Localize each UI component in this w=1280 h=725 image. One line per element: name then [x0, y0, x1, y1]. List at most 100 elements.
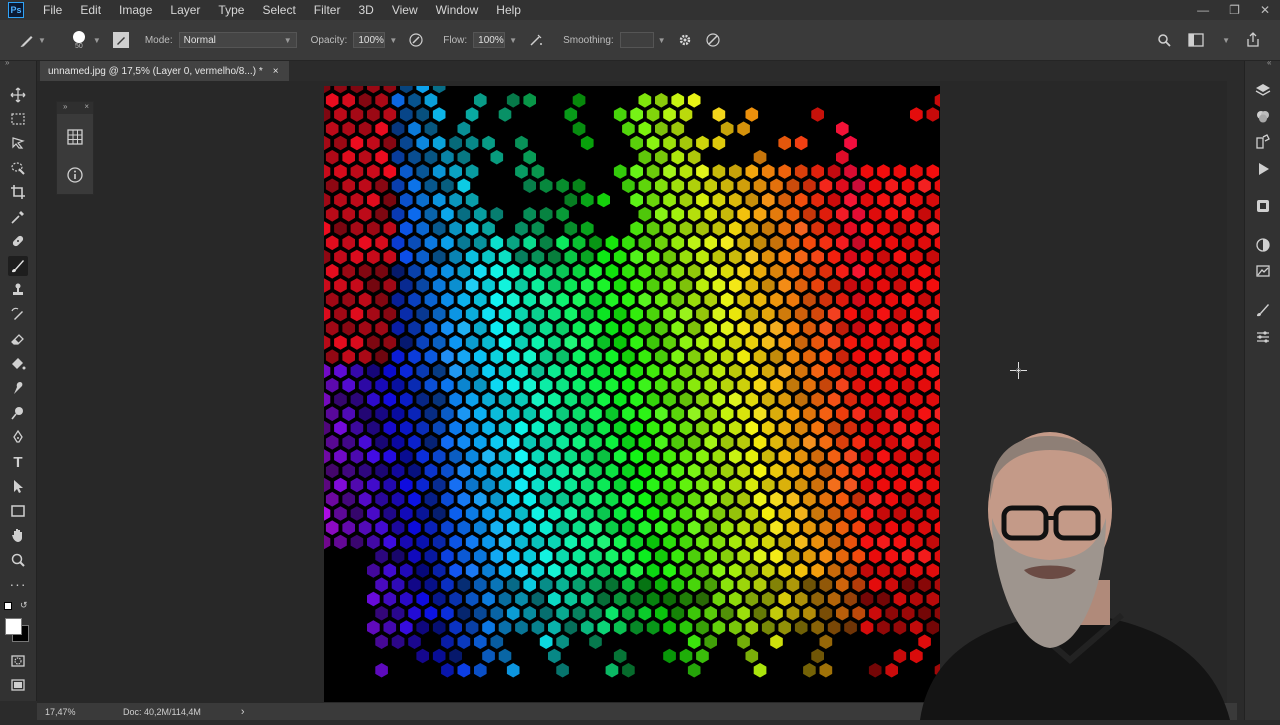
status-arrow-icon[interactable]: ›	[241, 706, 245, 718]
move-icon[interactable]	[8, 85, 28, 105]
search-icon[interactable]	[1155, 31, 1173, 49]
hexagon-cell	[860, 534, 874, 550]
crop-icon[interactable]	[8, 182, 28, 202]
share-icon[interactable]	[1244, 31, 1262, 49]
paths-icon[interactable]	[1254, 133, 1272, 151]
pressure-size-icon[interactable]	[704, 31, 722, 49]
info-icon[interactable]	[66, 166, 84, 184]
eyedropper-icon[interactable]	[8, 207, 28, 227]
screen-mode-icon[interactable]	[8, 675, 28, 695]
hexagon-cell	[490, 263, 504, 279]
hexagon-cell	[704, 606, 717, 621]
close-tab-icon[interactable]: ×	[273, 66, 279, 77]
hexagon-cell	[934, 406, 940, 421]
hexagon-cell	[391, 377, 405, 393]
hexagon-cell	[416, 164, 429, 179]
quick-select-icon[interactable]	[8, 158, 28, 178]
brush-preset-icon[interactable]	[18, 31, 36, 49]
adjustments-icon[interactable]	[1254, 236, 1272, 254]
more-icon[interactable]: ···	[8, 574, 28, 594]
smoothing-input[interactable]	[619, 32, 654, 48]
hexagon-cell	[679, 591, 693, 607]
path-select-icon[interactable]	[8, 476, 28, 496]
chevron-down-icon[interactable]: ▼	[1222, 36, 1230, 45]
default-colors-icon[interactable]	[4, 602, 12, 610]
chevron-down-icon[interactable]: ▼	[93, 36, 101, 45]
layers-icon[interactable]	[1254, 81, 1272, 99]
hexagon-cell	[819, 634, 833, 649]
collapse-icon[interactable]: «	[1267, 58, 1271, 67]
type-icon[interactable]: T	[8, 452, 28, 472]
pen-icon[interactable]	[8, 427, 28, 447]
hand-icon[interactable]	[8, 525, 28, 545]
hexagon-cell	[877, 563, 890, 578]
menu-file[interactable]: File	[34, 3, 71, 17]
stamp-icon[interactable]	[8, 280, 28, 300]
brush-icon[interactable]	[8, 256, 28, 276]
menu-filter[interactable]: Filter	[305, 3, 350, 17]
chevron-down-icon[interactable]: ▼	[389, 36, 397, 45]
minimize-icon[interactable]: —	[1197, 3, 1209, 17]
zoom-level[interactable]: 17,47%	[45, 707, 115, 717]
menu-type[interactable]: Type	[209, 3, 253, 17]
smudge-icon[interactable]	[8, 378, 28, 398]
brush-panel-icon[interactable]	[112, 32, 129, 48]
menu-edit[interactable]: Edit	[71, 3, 110, 17]
healing-icon[interactable]	[8, 231, 28, 251]
hexagon-cell	[531, 449, 545, 464]
hexagon-cell	[539, 320, 553, 336]
brushes-icon[interactable]	[1254, 301, 1272, 319]
document-tab[interactable]: unnamed.jpg @ 17,5% (Layer 0, vermelho/8…	[40, 61, 289, 81]
chevron-down-icon[interactable]: ▼	[38, 36, 46, 45]
flow-input[interactable]: 100%	[473, 32, 506, 48]
eraser-icon[interactable]	[8, 329, 28, 349]
libraries-icon[interactable]	[1254, 197, 1272, 215]
swap-colors-icon[interactable]: ↺	[20, 600, 28, 611]
pressure-opacity-icon[interactable]	[407, 31, 425, 49]
channels-icon[interactable]	[1254, 107, 1272, 125]
menu-help[interactable]: Help	[487, 3, 530, 17]
paint-bucket-icon[interactable]	[8, 354, 28, 374]
document-canvas[interactable]	[324, 86, 940, 702]
panel-header[interactable]: » ×	[57, 102, 93, 114]
rectangle-icon[interactable]	[8, 501, 28, 521]
menu-view[interactable]: View	[383, 3, 427, 17]
hexagon-cell	[877, 335, 890, 350]
chevron-down-icon[interactable]: ▼	[658, 36, 666, 45]
styles-icon[interactable]	[1254, 262, 1272, 280]
properties-icon[interactable]	[1254, 328, 1272, 346]
menu-layer[interactable]: Layer	[161, 3, 209, 17]
hexagon-cell	[457, 320, 471, 336]
brush-size-picker[interactable]: 50	[68, 30, 90, 50]
quick-mask-icon[interactable]	[8, 651, 28, 671]
hexagon-cell	[753, 491, 767, 507]
marquee-icon[interactable]	[8, 109, 28, 129]
play-icon[interactable]	[1254, 160, 1272, 178]
hexagon-cell	[490, 406, 504, 422]
menu-window[interactable]: Window	[427, 3, 488, 17]
hexagon-cell	[918, 320, 931, 336]
collapse-icon[interactable]: »	[5, 58, 9, 67]
chevron-down-icon[interactable]: ▼	[509, 36, 517, 45]
opacity-input[interactable]: 100%	[353, 32, 386, 48]
grid-icon[interactable]	[66, 128, 84, 146]
expand-icon[interactable]: »	[63, 102, 67, 111]
close-icon[interactable]: ✕	[1260, 3, 1270, 17]
history-brush-icon[interactable]	[8, 305, 28, 325]
dodge-icon[interactable]	[8, 403, 28, 423]
zoom-icon[interactable]	[8, 550, 28, 570]
hexagon-cell	[901, 349, 915, 365]
restore-icon[interactable]: ❐	[1229, 3, 1240, 17]
airbrush-icon[interactable]	[527, 31, 545, 49]
lasso-icon[interactable]	[8, 133, 28, 153]
foreground-color-swatch[interactable]	[5, 618, 22, 635]
workspace-icon[interactable]	[1187, 31, 1205, 49]
menu-3d[interactable]: 3D	[349, 3, 382, 17]
menu-image[interactable]: Image	[110, 3, 161, 17]
hexagon-cell	[367, 591, 380, 607]
hexagon-cell	[646, 620, 660, 635]
gear-icon[interactable]	[676, 31, 694, 49]
mode-select[interactable]: Normal ▼	[178, 32, 297, 48]
close-icon[interactable]: ×	[84, 102, 89, 111]
menu-select[interactable]: Select	[253, 3, 304, 17]
